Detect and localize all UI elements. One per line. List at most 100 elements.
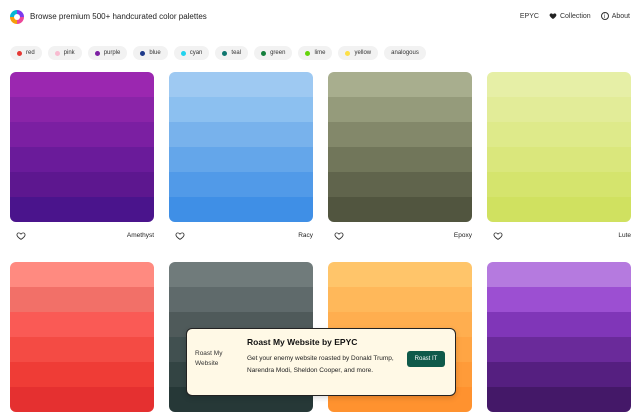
ad-text: Get your enemy website roasted by Donald…: [247, 355, 394, 374]
color-band[interactable]: [487, 72, 631, 97]
color-dot-icon: [94, 50, 100, 56]
palette-name: Racy: [298, 232, 313, 239]
ad-banner[interactable]: Roast My Website Roast My Website by EPY…: [186, 328, 456, 396]
filter-chip-cyan[interactable]: cyan: [173, 46, 210, 60]
nav-collection[interactable]: Collection: [549, 12, 591, 20]
color-band[interactable]: [328, 172, 472, 197]
filter-chip-green[interactable]: green: [254, 46, 293, 60]
color-band[interactable]: [169, 197, 313, 222]
color-dot-icon: [305, 50, 311, 56]
palette-swatch[interactable]: [328, 72, 472, 222]
palette-card[interactable]: [10, 262, 154, 412]
palette-swatch[interactable]: [487, 262, 631, 412]
palette-name: Lute: [618, 232, 631, 239]
color-dot-icon: [261, 50, 267, 56]
color-dot-icon: [17, 50, 22, 56]
color-band[interactable]: [487, 147, 631, 172]
logo-icon[interactable]: [10, 10, 24, 24]
color-dot-icon: [140, 50, 146, 56]
color-band[interactable]: [487, 312, 631, 337]
palette-card[interactable]: [487, 262, 631, 412]
color-band[interactable]: [328, 262, 472, 287]
heart-outline-icon[interactable]: [493, 231, 503, 241]
roast-it-button[interactable]: Roast IT: [407, 351, 445, 367]
heart-outline-icon[interactable]: [16, 231, 26, 241]
color-band[interactable]: [10, 197, 154, 222]
color-band[interactable]: [169, 172, 313, 197]
color-band[interactable]: [328, 72, 472, 97]
color-band[interactable]: [10, 147, 154, 172]
filter-chip-label: green: [270, 50, 286, 56]
color-band[interactable]: [10, 97, 154, 122]
filter-chip-label: purple: [103, 50, 121, 56]
filter-chip-lime[interactable]: lime: [298, 46, 333, 60]
color-band[interactable]: [487, 287, 631, 312]
color-band[interactable]: [169, 262, 313, 287]
card-footer: Lute: [487, 230, 631, 242]
color-band[interactable]: [328, 287, 472, 312]
color-band[interactable]: [169, 147, 313, 172]
filter-chip-purple[interactable]: purple: [87, 46, 128, 60]
color-band[interactable]: [328, 197, 472, 222]
palette-swatch[interactable]: [10, 262, 154, 412]
color-band[interactable]: [10, 172, 154, 197]
nav-epyc[interactable]: EPYC: [520, 13, 539, 20]
color-band[interactable]: [169, 97, 313, 122]
palette-swatch[interactable]: [10, 72, 154, 222]
color-band[interactable]: [328, 97, 472, 122]
palette-swatch[interactable]: [169, 72, 313, 222]
filter-chip-label: lime: [314, 50, 326, 56]
palette-card[interactable]: Lute: [487, 72, 631, 240]
heart-outline-icon[interactable]: [334, 231, 344, 241]
filter-chip-label: blue: [149, 50, 161, 56]
color-band[interactable]: [10, 122, 154, 147]
color-band[interactable]: [10, 362, 154, 387]
color-dot-icon: [54, 50, 60, 56]
header: Browse premium 500+ handcurated color pa…: [0, 0, 640, 34]
card-footer: Racy: [169, 230, 313, 242]
color-band[interactable]: [487, 197, 631, 222]
color-band[interactable]: [169, 287, 313, 312]
filter-chip-label: pink: [63, 50, 75, 56]
color-band[interactable]: [328, 122, 472, 147]
color-band[interactable]: [169, 122, 313, 147]
heart-icon: [549, 13, 557, 19]
palette-card[interactable]: Epoxy: [328, 72, 472, 240]
palette-card[interactable]: Racy: [169, 72, 313, 240]
color-band[interactable]: [487, 172, 631, 197]
filter-chip-label: red: [26, 50, 35, 56]
filter-chip-label: cyan: [189, 50, 203, 56]
color-band[interactable]: [169, 72, 313, 97]
color-band[interactable]: [487, 337, 631, 362]
color-band[interactable]: [487, 97, 631, 122]
filter-chip-blue[interactable]: blue: [133, 46, 168, 60]
filter-chip-red[interactable]: red: [10, 46, 42, 60]
ad-title: Roast My Website by EPYC: [247, 337, 358, 347]
filter-chip-yellow[interactable]: yellow: [338, 46, 379, 60]
color-filter-bar: red pink purple blue cyan teal green lime yellow…: [10, 46, 426, 60]
color-band[interactable]: [10, 262, 154, 287]
color-band[interactable]: [487, 262, 631, 287]
info-icon: i: [600, 12, 609, 20]
heart-outline-icon[interactable]: [175, 231, 185, 241]
filter-chip-label: analogous: [391, 50, 419, 56]
color-band[interactable]: [487, 122, 631, 147]
color-band[interactable]: [487, 362, 631, 387]
filter-chip-teal[interactable]: teal: [215, 46, 249, 60]
filter-chip-analogous[interactable]: analogous: [384, 46, 426, 60]
color-band[interactable]: [10, 337, 154, 362]
color-band[interactable]: [10, 312, 154, 337]
ad-image: Roast My Website: [195, 350, 223, 367]
palette-name: Epoxy: [453, 232, 472, 239]
palette-card[interactable]: Amethyst: [10, 72, 154, 240]
palette-name: Amethyst: [126, 232, 154, 239]
filter-chip-label: teal: [231, 50, 242, 56]
color-band[interactable]: [10, 287, 154, 312]
color-band[interactable]: [328, 147, 472, 172]
color-dot-icon: [345, 50, 351, 56]
nav-about[interactable]: i About: [600, 12, 630, 20]
filter-chip-pink[interactable]: pink: [47, 46, 82, 60]
palette-swatch[interactable]: [487, 72, 631, 222]
filter-chip-label: yellow: [354, 50, 372, 56]
color-band[interactable]: [10, 72, 154, 97]
